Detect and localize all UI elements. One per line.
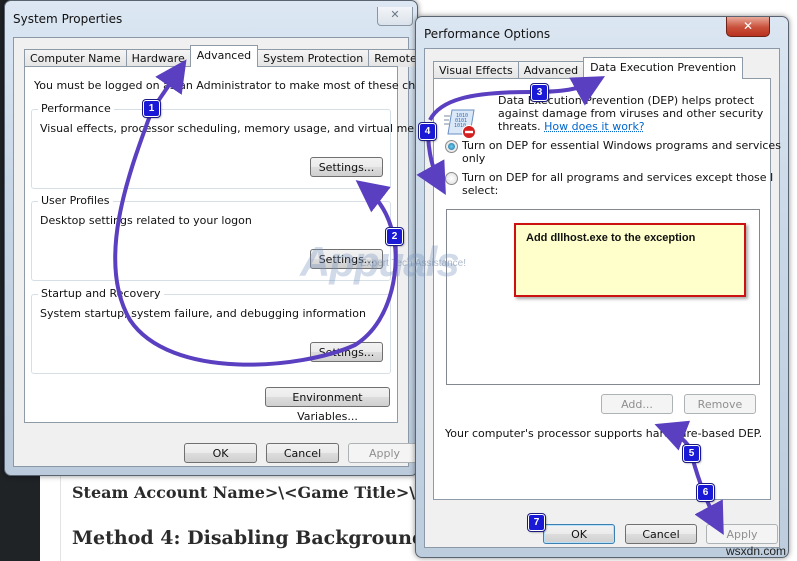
dep-description-line3: threats. How does it work? <box>498 120 645 133</box>
apply-button[interactable]: Apply <box>706 524 778 544</box>
step-badge-5: 5 <box>683 445 700 462</box>
callout-text: Add dllhost.exe to the exception <box>526 232 696 244</box>
dep-description-line2: against damage from viruses and other se… <box>498 107 764 120</box>
group-description: System startup, system failure, and debu… <box>40 307 366 320</box>
dialog-client-area: Computer Name Hardware Advanced System P… <box>13 37 452 467</box>
step-badge-2: 2 <box>386 228 403 245</box>
ok-button[interactable]: OK <box>543 524 615 544</box>
close-icon: ✕ <box>390 8 400 21</box>
close-button[interactable]: ✕ <box>377 7 413 26</box>
tab-advanced[interactable]: Advanced <box>517 61 585 79</box>
radio-essential-label-line1[interactable]: Turn on DEP for essential Windows progra… <box>462 139 781 152</box>
tab-data-execution-prevention[interactable]: Data Execution Prevention <box>583 57 744 79</box>
step-badge-7: 7 <box>528 514 545 531</box>
group-legend: User Profiles <box>38 194 113 207</box>
how-does-it-work-link[interactable]: How does it work? <box>544 120 645 133</box>
background-article-rule <box>60 470 61 561</box>
step-badge-1: 1 <box>143 100 160 117</box>
site-watermark: wsxdn.com <box>726 544 787 558</box>
radio-essential-only[interactable] <box>445 140 458 153</box>
tab-advanced[interactable]: Advanced <box>189 45 259 67</box>
group-legend: Performance <box>38 102 114 115</box>
group-user-profiles: User Profiles Desktop settings related t… <box>31 194 391 281</box>
tab-visual-effects[interactable]: Visual Effects <box>433 61 519 79</box>
remove-button[interactable]: Remove <box>684 394 756 414</box>
performance-settings-button[interactable]: Settings... <box>310 157 383 177</box>
group-description: Visual effects, processor scheduling, me… <box>40 122 443 135</box>
article-heading: Method 4: Disabling Background Ap <box>72 527 460 549</box>
window-title: System Properties <box>13 12 123 26</box>
ok-button[interactable]: OK <box>184 443 257 463</box>
startup-recovery-settings-button[interactable]: Settings... <box>310 342 383 362</box>
environment-variables-button[interactable]: Environment Variables... <box>265 387 390 423</box>
dep-description-threats: threats. <box>498 120 541 133</box>
admin-note: You must be logged on as an Administrato… <box>34 79 452 92</box>
step-badge-4: 4 <box>419 123 436 140</box>
tab-strip: Computer Name Hardware Advanced System P… <box>24 45 423 67</box>
cancel-button[interactable]: Cancel <box>625 524 697 544</box>
cancel-button[interactable]: Cancel <box>266 443 339 463</box>
advanced-tab-pane: You must be logged on as an Administrato… <box>24 66 452 423</box>
article-path-text: Steam Account Name>\<Game Title>\ <box>72 483 416 502</box>
radio-essential-label-line2[interactable]: only <box>462 152 485 165</box>
radio-all-label-line1[interactable]: Turn on DEP for all programs and service… <box>462 171 773 184</box>
close-button[interactable]: ✕ <box>726 17 770 37</box>
tab-hardware[interactable]: Hardware <box>125 49 191 67</box>
group-performance: Performance Visual effects, processor sc… <box>31 102 443 189</box>
radio-all-except-selected[interactable] <box>445 172 458 185</box>
group-description: Desktop settings related to your logon <box>40 214 252 227</box>
instruction-callout: Add dllhost.exe to the exception <box>514 223 746 297</box>
add-button[interactable]: Add... <box>601 394 673 414</box>
group-legend: Startup and Recovery <box>38 287 164 300</box>
dep-shield-document-icon: 1010 0101 1010 <box>444 109 476 139</box>
group-startup-recovery: Startup and Recovery System startup, sys… <box>31 287 391 374</box>
tab-strip: Visual Effects Advanced Data Execution P… <box>433 57 744 79</box>
system-properties-window: System Properties ✕ Computer Name Hardwa… <box>4 0 452 476</box>
step-badge-3: 3 <box>531 84 548 101</box>
close-icon: ✕ <box>742 19 754 33</box>
apply-button[interactable]: Apply <box>348 443 421 463</box>
tab-computer-name[interactable]: Computer Name <box>24 49 127 67</box>
radio-all-label-line2[interactable]: select: <box>462 184 498 197</box>
hardware-dep-note: Your computer's processor supports hardw… <box>445 427 763 440</box>
tab-system-protection[interactable]: System Protection <box>257 49 370 67</box>
watermark-tagline: Expert Tech Assistance! <box>360 258 466 269</box>
step-badge-6: 6 <box>697 484 714 501</box>
window-title: Performance Options <box>424 27 551 41</box>
